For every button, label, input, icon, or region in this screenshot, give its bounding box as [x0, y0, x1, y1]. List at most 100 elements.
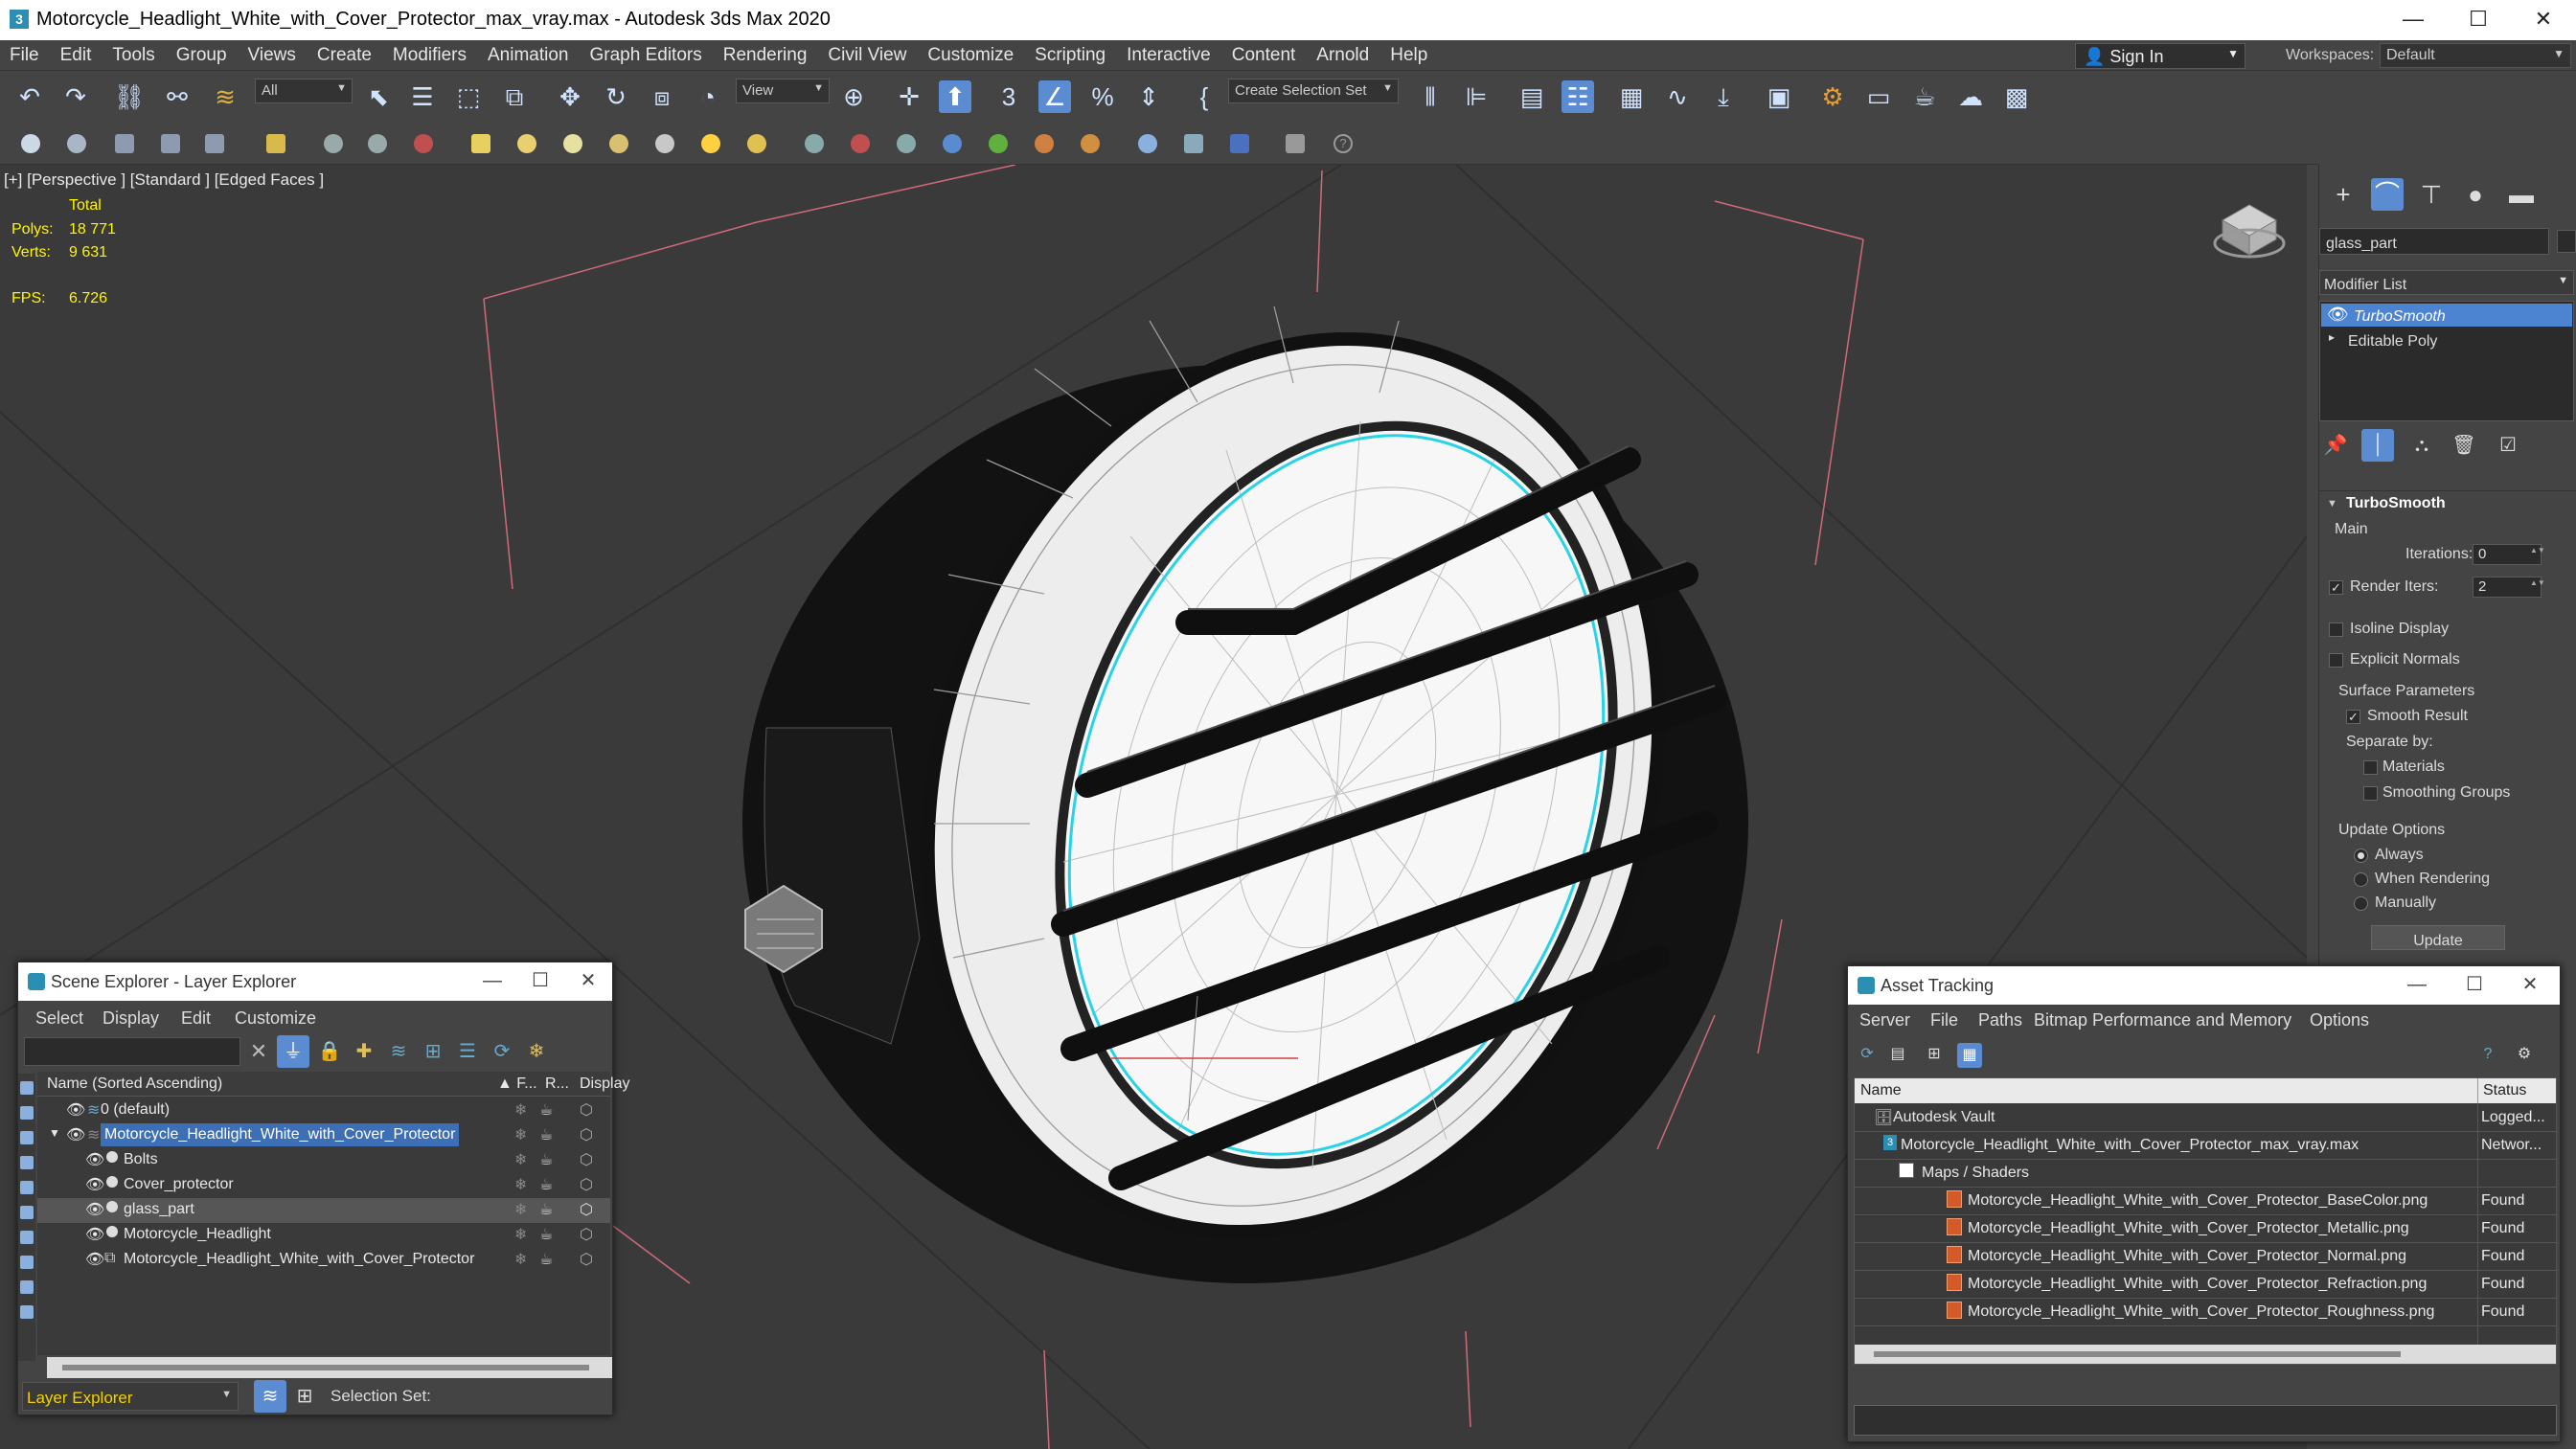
lock-icon[interactable]: 🔒: [313, 1035, 346, 1068]
toolbar-icon[interactable]: [943, 134, 962, 153]
toolbar-icon[interactable]: [368, 134, 387, 153]
display-tab-icon[interactable]: ▬: [2505, 178, 2538, 211]
se-menu-edit[interactable]: Edit: [181, 1008, 211, 1029]
show-end-result-icon[interactable]: ⏐: [2361, 429, 2394, 462]
table-row[interactable]: Maps / Shaders: [1855, 1161, 2556, 1186]
render-icon[interactable]: ☕: [539, 1175, 553, 1194]
asset-tracking-titlebar[interactable]: Asset Tracking — ☐ ✕: [1848, 966, 2560, 1005]
table-row[interactable]: Motorcycle_Headlight_White_with_Cover_Pr…: [1855, 1244, 2556, 1269]
at-menu-paths[interactable]: Paths: [1978, 1010, 2022, 1030]
edit-named-selection-icon[interactable]: {: [1188, 80, 1220, 113]
rendered-frame-window-icon[interactable]: ▭: [1862, 80, 1895, 113]
close-button[interactable]: ✕: [2510, 0, 2576, 40]
display-box-icon[interactable]: ⬡: [580, 1100, 593, 1120]
toolbar-icon[interactable]: [115, 134, 134, 153]
filter-icon[interactable]: ⏚: [277, 1035, 309, 1068]
configure-modifier-sets-icon[interactable]: ☑: [2492, 429, 2524, 462]
display-geometry-icon[interactable]: [20, 1131, 34, 1144]
se-search-input[interactable]: [24, 1037, 240, 1066]
expand-icon[interactable]: ▸: [2329, 330, 2335, 344]
curve-editor-icon[interactable]: ∿: [1661, 80, 1694, 113]
eye-icon[interactable]: 👁: [66, 1125, 85, 1144]
se-horizontal-scrollbar[interactable]: [47, 1357, 612, 1378]
maximize-button[interactable]: ☐: [516, 962, 564, 1001]
scene-explorer-titlebar[interactable]: Scene Explorer - Layer Explorer — ☐ ✕: [18, 962, 612, 1001]
isoline-display-checkbox[interactable]: [2329, 623, 2343, 637]
help-icon[interactable]: ?: [2476, 1043, 2499, 1066]
toolbar-icon[interactable]: [1230, 134, 1249, 153]
collapse-icon[interactable]: ▼: [49, 1126, 60, 1140]
at-horizontal-scrollbar[interactable]: [1855, 1345, 2556, 1364]
list-item[interactable]: 👁 Cover_protector ❄ ☕ ⬡: [37, 1173, 610, 1198]
named-selection-dropdown[interactable]: Create Selection Set ▼: [1228, 79, 1399, 103]
create-tab-icon[interactable]: +: [2327, 178, 2359, 211]
render-icon[interactable]: ☕: [539, 1100, 553, 1120]
toolbar-icon[interactable]: [1184, 134, 1203, 153]
manually-radio[interactable]: [2354, 896, 2368, 911]
render-production-icon[interactable]: ☕: [1908, 80, 1941, 113]
workspace-dropdown[interactable]: Default ▼: [2380, 43, 2571, 68]
redo-icon[interactable]: ↷: [59, 80, 92, 113]
pivot-center-icon[interactable]: ⊕: [837, 80, 870, 113]
menu-help[interactable]: Help: [1379, 40, 1438, 71]
toggle-ribbon-icon[interactable]: ▦: [1615, 80, 1648, 113]
light-icon[interactable]: [701, 134, 720, 153]
menu-file[interactable]: File: [0, 40, 50, 71]
menu-create[interactable]: Create: [307, 40, 382, 71]
object-color-swatch[interactable]: [2557, 230, 2576, 253]
list-item[interactable]: 👁 ≋ 0 (default) ❄ ☕ ⬡: [37, 1098, 610, 1123]
minimize-button[interactable]: —: [468, 962, 516, 1001]
render-icon[interactable]: ☕: [539, 1150, 553, 1169]
modifier-list-dropdown[interactable]: Modifier List ▼: [2319, 270, 2574, 295]
display-box-icon[interactable]: ⬡: [580, 1150, 593, 1169]
rollout-turbosmooth-title[interactable]: TurboSmooth: [2346, 495, 2446, 512]
eye-icon[interactable]: 👁: [85, 1150, 104, 1169]
list-item[interactable]: 👁 glass_part ❄ ☕ ⬡: [37, 1198, 610, 1223]
table-view-icon[interactable]: ▦: [1957, 1043, 1982, 1068]
eye-icon[interactable]: 👁: [85, 1200, 104, 1219]
make-unique-icon[interactable]: ⛬: [2405, 429, 2438, 462]
column-name[interactable]: Name: [1860, 1082, 1902, 1107]
toolbar-icon[interactable]: [414, 134, 433, 153]
display-bones-icon[interactable]: [20, 1305, 34, 1319]
eye-icon[interactable]: 👁: [2327, 305, 2349, 325]
render-setup-icon[interactable]: ⚙: [1816, 80, 1849, 113]
at-menu-options[interactable]: Options: [2310, 1010, 2369, 1030]
toolbar-icon[interactable]: [266, 134, 285, 153]
display-box-icon[interactable]: ⬡: [580, 1175, 593, 1194]
bind-space-warp-icon[interactable]: ≋: [209, 80, 241, 113]
hierarchy-icon[interactable]: ⊞: [417, 1035, 449, 1068]
object-name-field[interactable]: glass_part: [2319, 228, 2549, 255]
camera-icon[interactable]: [747, 134, 766, 153]
table-row[interactable]: Motorcycle_Headlight_White_with_Cover_Pr…: [1855, 1272, 2556, 1297]
freeze-icon[interactable]: ❄: [514, 1200, 527, 1219]
scene-explorer-icon[interactable]: ▤: [1516, 80, 1548, 113]
maximize-button[interactable]: ☐: [2451, 966, 2498, 1005]
toolbar-icon[interactable]: [989, 134, 1008, 153]
render-icon[interactable]: ☕: [539, 1200, 553, 1219]
sign-in-dropdown[interactable]: 👤 Sign In ▼: [2075, 43, 2245, 69]
scale-icon[interactable]: ⧈: [646, 80, 678, 113]
render-in-cloud-icon[interactable]: ☁: [1954, 80, 1987, 113]
eye-icon[interactable]: 👁: [66, 1100, 85, 1120]
freeze-icon[interactable]: ❄: [514, 1125, 527, 1144]
table-row[interactable]: Motorcycle_Headlight_White_with_Cover_Pr…: [1855, 1216, 2556, 1241]
torus-icon[interactable]: [609, 134, 628, 153]
table-row[interactable]: Motorcycle_Headlight_White_with_Cover_Pr…: [1855, 1189, 2556, 1213]
layers-icon[interactable]: ☰: [451, 1035, 484, 1068]
display-box-icon[interactable]: ⬡: [580, 1125, 593, 1144]
toolbar-icon[interactable]: [805, 134, 824, 153]
smoothing-groups-checkbox[interactable]: [2363, 786, 2378, 801]
render-iters-checkbox[interactable]: ✓: [2329, 580, 2343, 595]
materials-checkbox[interactable]: [2363, 760, 2378, 775]
toolbar-icon[interactable]: [161, 134, 180, 153]
undo-icon[interactable]: ↶: [13, 80, 46, 113]
sync-icon[interactable]: ⟳: [486, 1035, 518, 1068]
rotate-icon[interactable]: ↻: [600, 80, 632, 113]
close-button[interactable]: ✕: [2506, 966, 2554, 1005]
help-icon[interactable]: ?: [1334, 134, 1353, 153]
menu-content[interactable]: Content: [1221, 40, 1307, 71]
menu-group[interactable]: Group: [166, 40, 238, 71]
modify-tab-icon[interactable]: ⌒: [2371, 178, 2404, 211]
spinner-snap-icon[interactable]: ⇕: [1132, 80, 1165, 113]
